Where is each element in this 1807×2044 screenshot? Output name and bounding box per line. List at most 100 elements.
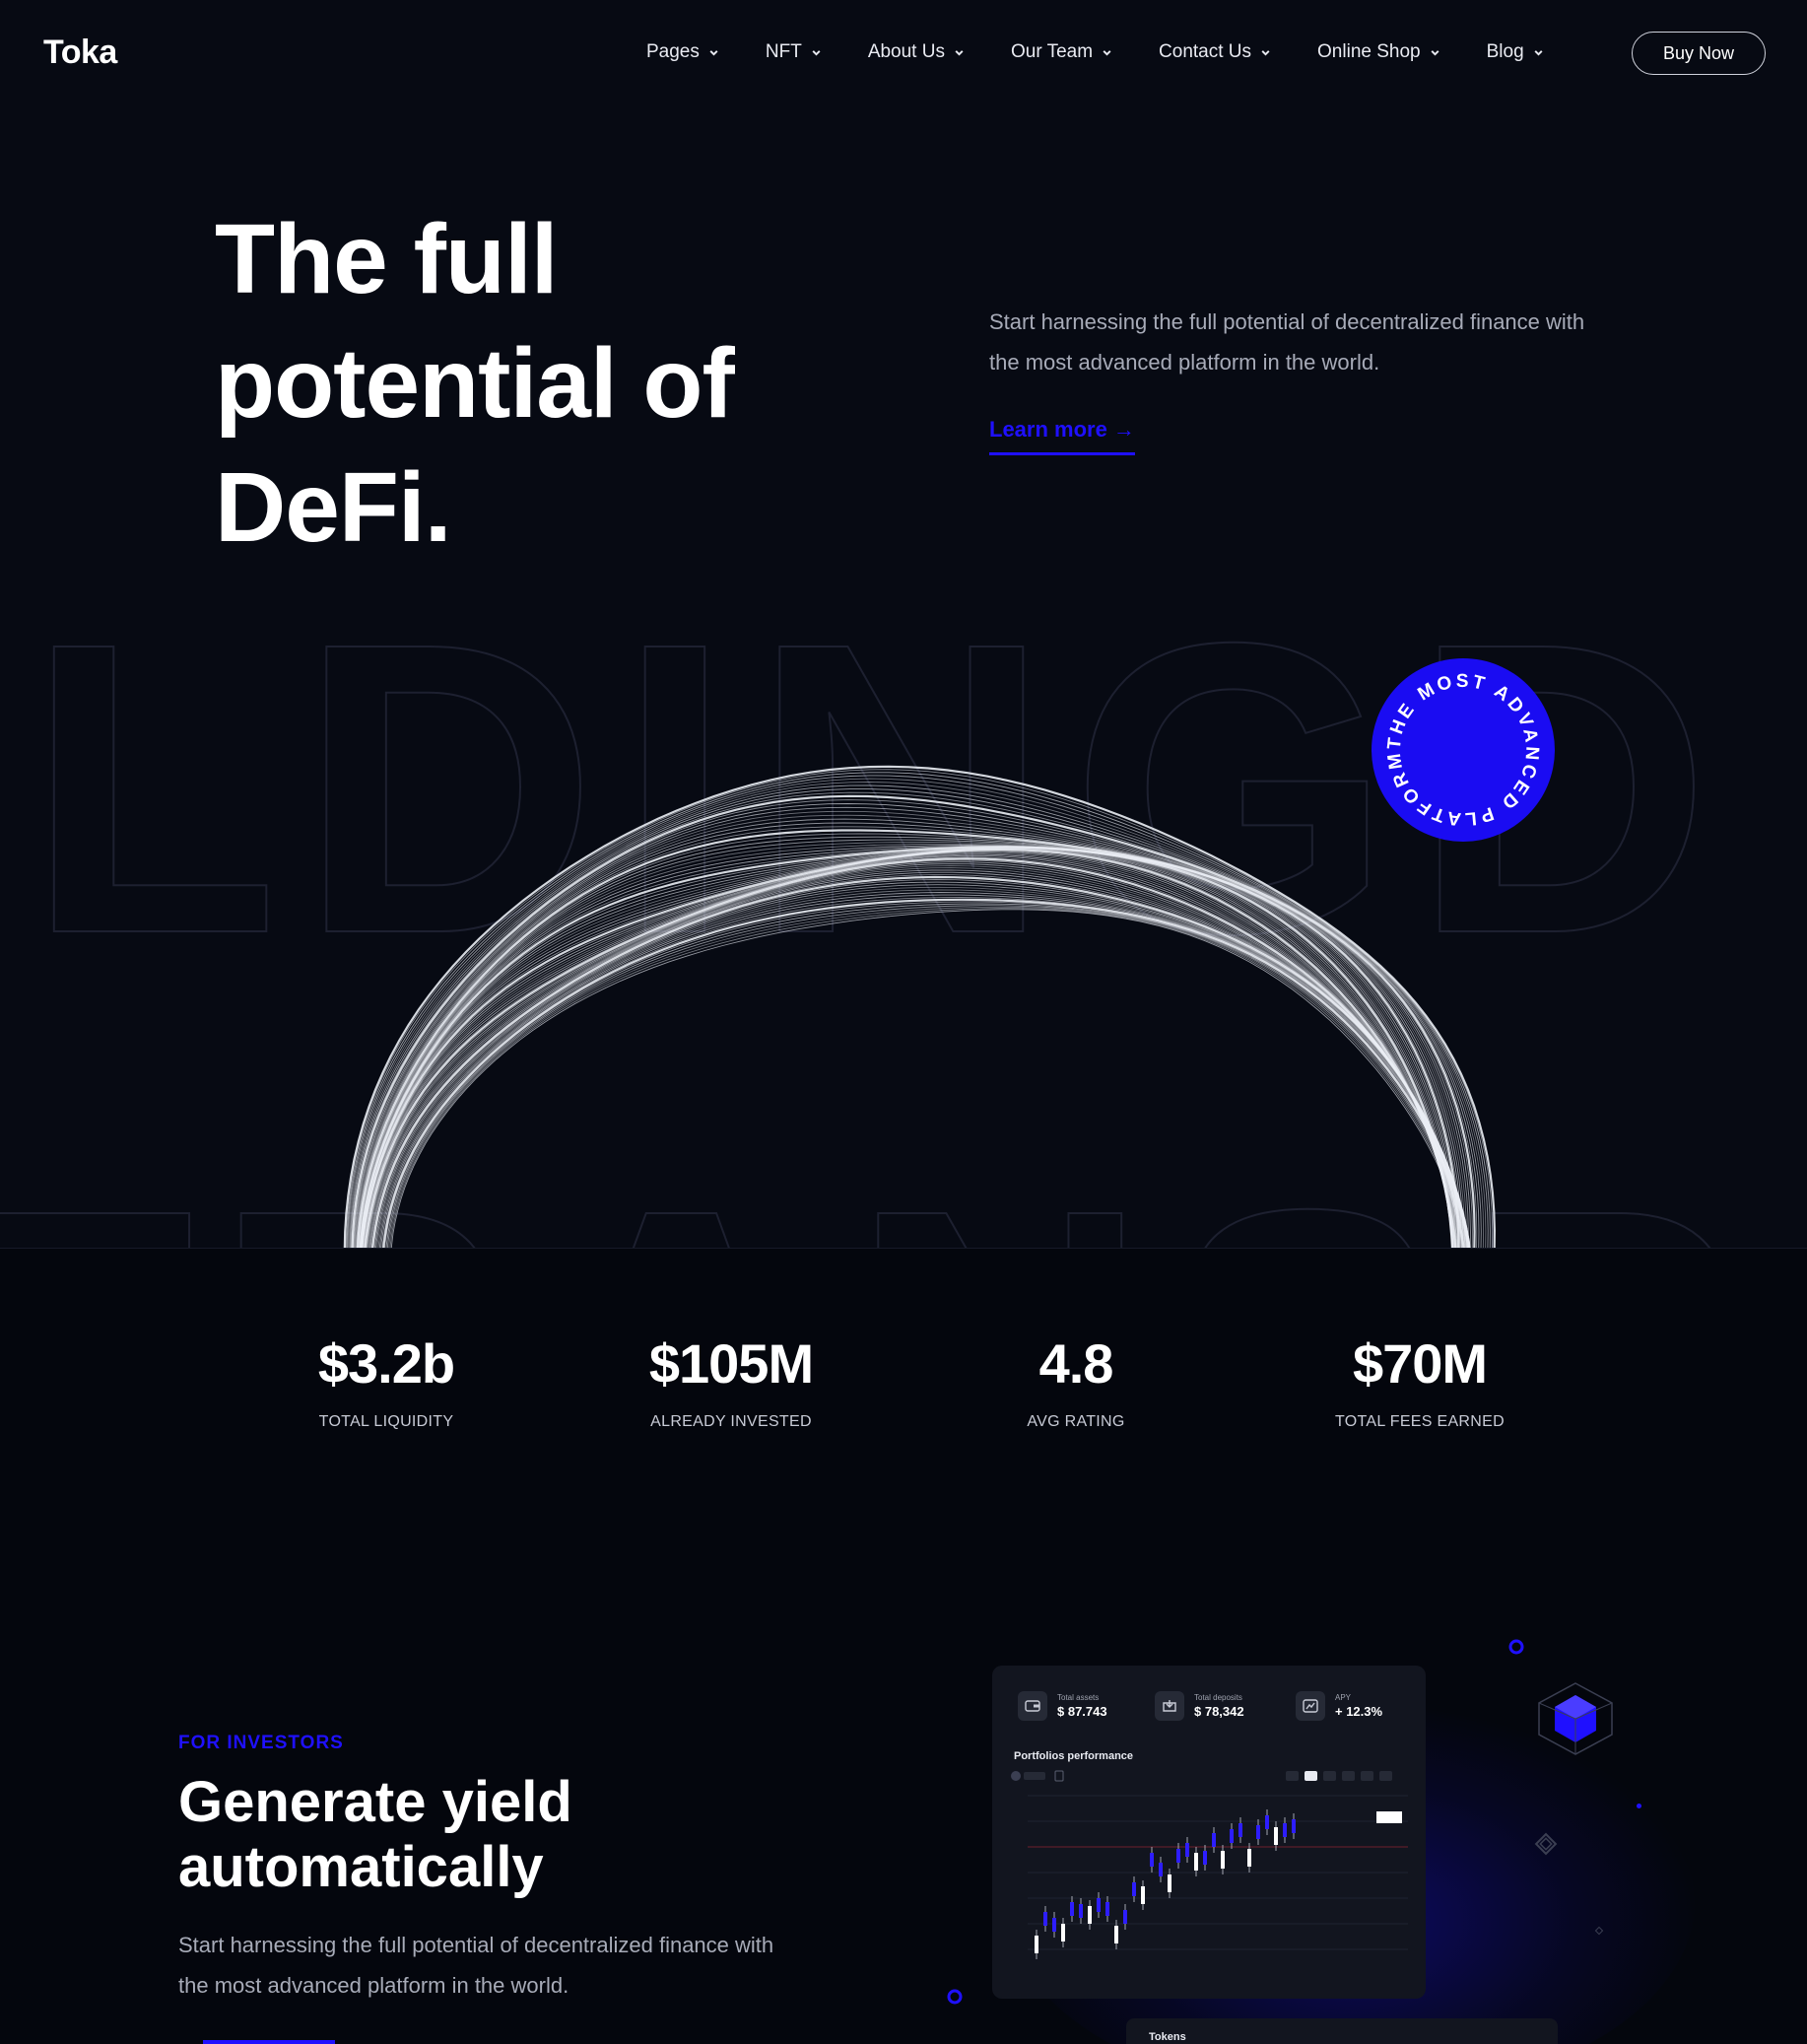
candle bbox=[1114, 1926, 1118, 1943]
range-tab[interactable] bbox=[1379, 1771, 1392, 1781]
chevron-down-icon bbox=[1261, 49, 1270, 56]
nav-item-about-us[interactable]: About Us bbox=[868, 41, 965, 63]
stat-value: $70M bbox=[1352, 1332, 1488, 1395]
nav-item-label: NFT bbox=[765, 41, 802, 62]
stat-label: AVG RATING bbox=[1027, 1413, 1125, 1430]
stat-value: $3.2b bbox=[317, 1332, 455, 1395]
nav-item-label: Our Team bbox=[1010, 41, 1094, 62]
candle bbox=[1159, 1863, 1163, 1876]
section-title-line: Generate yield bbox=[178, 1770, 572, 1834]
ring-decoration-icon bbox=[1508, 1639, 1524, 1655]
learn-more-link[interactable]: Learn more → bbox=[989, 417, 1135, 455]
candle bbox=[1070, 1902, 1074, 1916]
nav-item-nft[interactable]: NFT bbox=[766, 41, 822, 63]
candle bbox=[1203, 1851, 1207, 1865]
deposit-icon bbox=[1155, 1691, 1184, 1721]
hexagon-cube-icon bbox=[1538, 1682, 1613, 1755]
candle bbox=[1150, 1853, 1154, 1867]
chevron-down-icon bbox=[1431, 49, 1439, 56]
candle bbox=[1283, 1823, 1287, 1837]
portfolio-candlestick-chart bbox=[1011, 1770, 1408, 1959]
candle bbox=[1088, 1906, 1092, 1924]
hero-title-line: potential of bbox=[215, 328, 735, 439]
most-advanced-badge: THE MOST ADVANCED PLATFORM • bbox=[1367, 643, 1555, 842]
wave-line bbox=[356, 818, 1464, 1249]
range-tab[interactable] bbox=[1342, 1771, 1355, 1781]
section-button-edge[interactable] bbox=[203, 2040, 335, 2044]
chevron-down-icon bbox=[709, 49, 718, 56]
candle bbox=[1043, 1912, 1047, 1926]
nav-item-contact-us[interactable]: Contact Us bbox=[1159, 41, 1271, 63]
stat-avg-rating: 4.8 AVG RATING bbox=[918, 1332, 1234, 1431]
chart-icon bbox=[1296, 1691, 1325, 1721]
ring-decoration-icon bbox=[947, 1989, 963, 2005]
range-tab[interactable] bbox=[1323, 1771, 1336, 1781]
brand-logo[interactable]: Toka bbox=[43, 34, 117, 72]
tokens-title: Tokens bbox=[1149, 2031, 1186, 2043]
candle bbox=[1061, 1924, 1065, 1942]
stat-label: ALREADY INVESTED bbox=[650, 1413, 812, 1430]
price-tag bbox=[1376, 1811, 1402, 1823]
stat-value: $105M bbox=[648, 1332, 814, 1395]
range-tabs bbox=[1286, 1771, 1392, 1781]
summary-label: Total assets bbox=[1057, 1693, 1100, 1702]
hero-title-line: The full bbox=[215, 204, 559, 314]
candle bbox=[1274, 1827, 1278, 1845]
summary-value: $ 78,342 bbox=[1194, 1704, 1244, 1719]
nav-item-label: Pages bbox=[646, 41, 700, 62]
range-tab[interactable] bbox=[1361, 1771, 1373, 1781]
summary-value: + 12.3% bbox=[1335, 1704, 1383, 1719]
nav-item-online-shop[interactable]: Online Shop bbox=[1317, 41, 1440, 63]
token-selector[interactable] bbox=[1024, 1772, 1045, 1780]
stat-already-invested: $105M ALREADY INVESTED bbox=[573, 1332, 889, 1431]
candle bbox=[1265, 1815, 1269, 1829]
range-tab[interactable] bbox=[1305, 1771, 1317, 1781]
stat-label: TOTAL LIQUIDITY bbox=[318, 1413, 454, 1430]
candle bbox=[1256, 1825, 1260, 1839]
candle bbox=[1221, 1851, 1225, 1869]
candle bbox=[1194, 1853, 1198, 1871]
summary-value: $ 87.743 bbox=[1057, 1704, 1107, 1719]
stat-total-fees: $70M TOTAL FEES EARNED bbox=[1262, 1332, 1577, 1431]
candle bbox=[1212, 1833, 1216, 1847]
range-tab[interactable] bbox=[1286, 1771, 1299, 1781]
diamond-decoration-icon bbox=[1534, 1832, 1558, 1856]
hero-subtitle: Start harnessing the full potential of d… bbox=[989, 309, 1585, 375]
chart-title: Portfolios performance bbox=[1014, 1750, 1134, 1762]
nav-item-our-team[interactable]: Our Team bbox=[1011, 41, 1112, 63]
candle bbox=[1292, 1819, 1296, 1833]
candle bbox=[1035, 1936, 1038, 1953]
section-eyebrow: FOR INVESTORS bbox=[178, 1733, 344, 1753]
nav-item-label: Online Shop bbox=[1317, 41, 1421, 62]
section-subtitle: Start harnessing the full potential of d… bbox=[178, 1933, 774, 1998]
token-selector-icon[interactable] bbox=[1011, 1771, 1021, 1781]
candles bbox=[1028, 1795, 1408, 1959]
wallet-icon bbox=[1018, 1691, 1047, 1721]
candle bbox=[1079, 1904, 1083, 1918]
dot-decoration bbox=[1637, 1804, 1641, 1808]
stat-label: TOTAL FEES EARNED bbox=[1335, 1413, 1505, 1430]
candle bbox=[1230, 1829, 1234, 1843]
badge-text: THE MOST ADVANCED PLATFORM • bbox=[1367, 643, 1539, 829]
chart-type-icon[interactable] bbox=[1054, 1770, 1064, 1782]
portfolio-dashboard-card: Total assets $ 87.743 Total deposits $ 78,… bbox=[992, 1666, 1426, 1999]
summary-apy: APY + 12.3% bbox=[1296, 1691, 1382, 1721]
candle bbox=[1168, 1874, 1171, 1892]
main-menu: Pages NFT About Us Our Team Contact Us O… bbox=[646, 41, 1590, 63]
wave-line bbox=[343, 765, 1497, 1249]
summary-total-assets: Total assets $ 87.743 bbox=[1018, 1691, 1107, 1721]
candle bbox=[1185, 1843, 1189, 1857]
candle bbox=[1097, 1898, 1101, 1912]
candle bbox=[1123, 1910, 1127, 1924]
section-title: Generate yield automatically bbox=[178, 1770, 809, 1900]
candle bbox=[1052, 1918, 1056, 1932]
nav-item-pages[interactable]: Pages bbox=[646, 41, 719, 63]
buy-now-button[interactable]: Buy Now bbox=[1632, 32, 1766, 75]
nav-item-label: Contact Us bbox=[1159, 41, 1252, 62]
chevron-down-icon bbox=[812, 49, 821, 56]
stat-value: 4.8 bbox=[1038, 1332, 1114, 1395]
nav-item-blog[interactable]: Blog bbox=[1487, 41, 1544, 63]
candle bbox=[1105, 1902, 1109, 1916]
candle bbox=[1141, 1886, 1145, 1904]
wave-line bbox=[380, 894, 1470, 1249]
